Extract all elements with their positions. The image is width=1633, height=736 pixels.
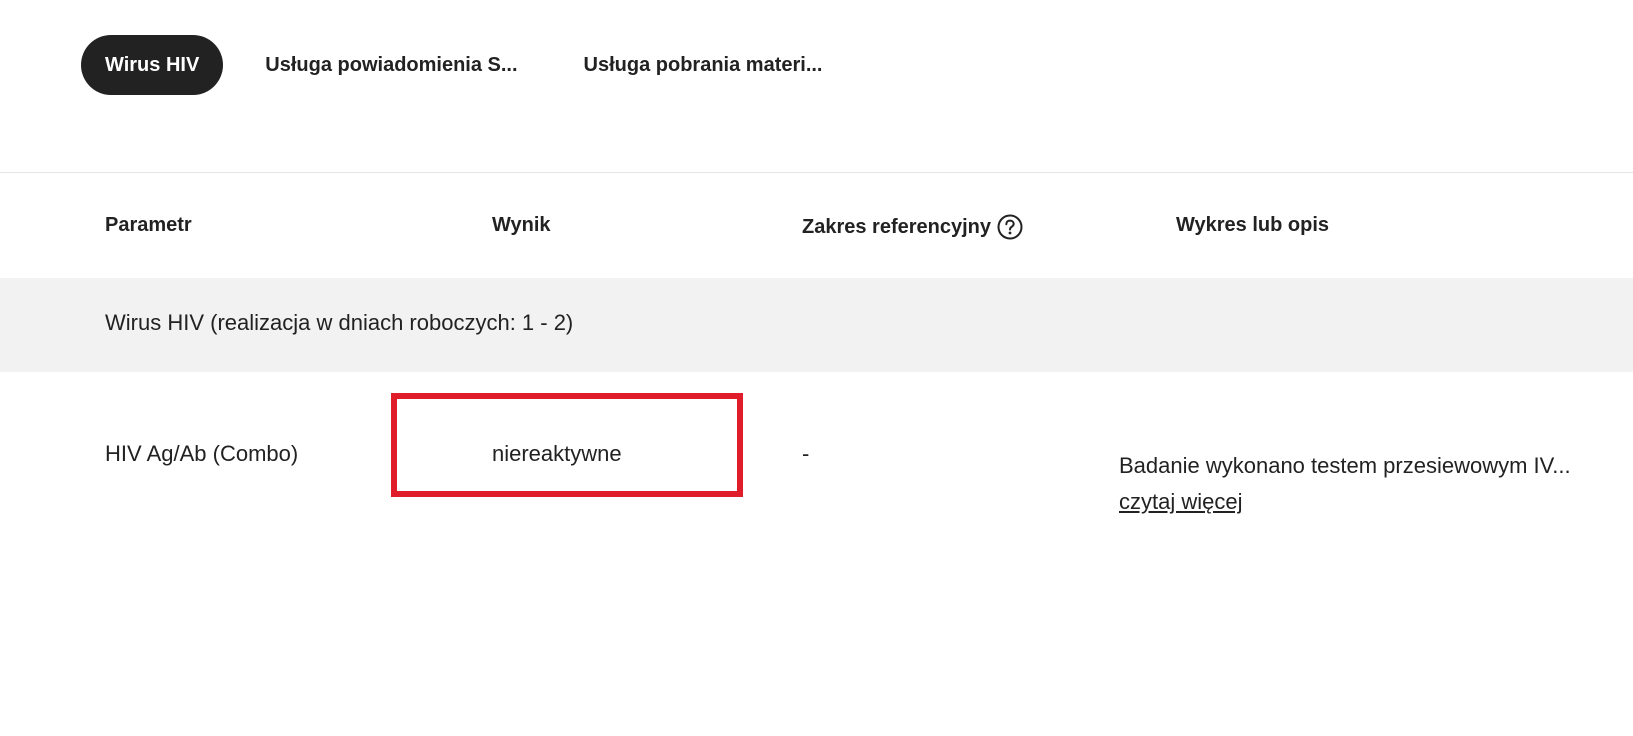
tab-usluga-pobrania[interactable]: Usługa pobrania materi... <box>584 35 823 95</box>
column-header-reference-range: Zakres referencyjny <box>802 214 1023 240</box>
column-header-result: Wynik <box>492 214 551 236</box>
column-header-parameter: Parametr <box>105 214 192 236</box>
read-more-link[interactable]: czytaj więcej <box>1119 484 1589 520</box>
cell-result: niereaktywne <box>492 441 622 466</box>
group-row: Wirus HIV (realizacja w dniach roboczych… <box>0 278 1633 372</box>
tab-bar: Wirus HIV Usługa powiadomienia S... Usłu… <box>81 35 823 95</box>
tab-wirus-hiv[interactable]: Wirus HIV <box>81 35 224 95</box>
tabs-divider <box>0 172 1633 173</box>
help-circle-icon[interactable] <box>997 214 1023 240</box>
cell-parameter: HIV Ag/Ab (Combo) <box>105 441 299 466</box>
cell-description: Badanie wykonano testem przesiewowym IV.… <box>1119 448 1589 520</box>
tab-usluga-powiadomienia[interactable]: Usługa powiadomienia S... <box>265 35 517 95</box>
cell-reference-range: - <box>802 441 810 466</box>
column-header-chart-or-description: Wykres lub opis <box>1176 214 1330 236</box>
column-header-reference-range-label: Zakres referencyjny <box>802 215 992 238</box>
results-page: Wirus HIV Usługa powiadomienia S... Usłu… <box>0 0 1633 736</box>
group-label: Wirus HIV (realizacja w dniach roboczych… <box>105 310 574 335</box>
description-text: Badanie wykonano testem przesiewowym IV.… <box>1119 453 1571 478</box>
